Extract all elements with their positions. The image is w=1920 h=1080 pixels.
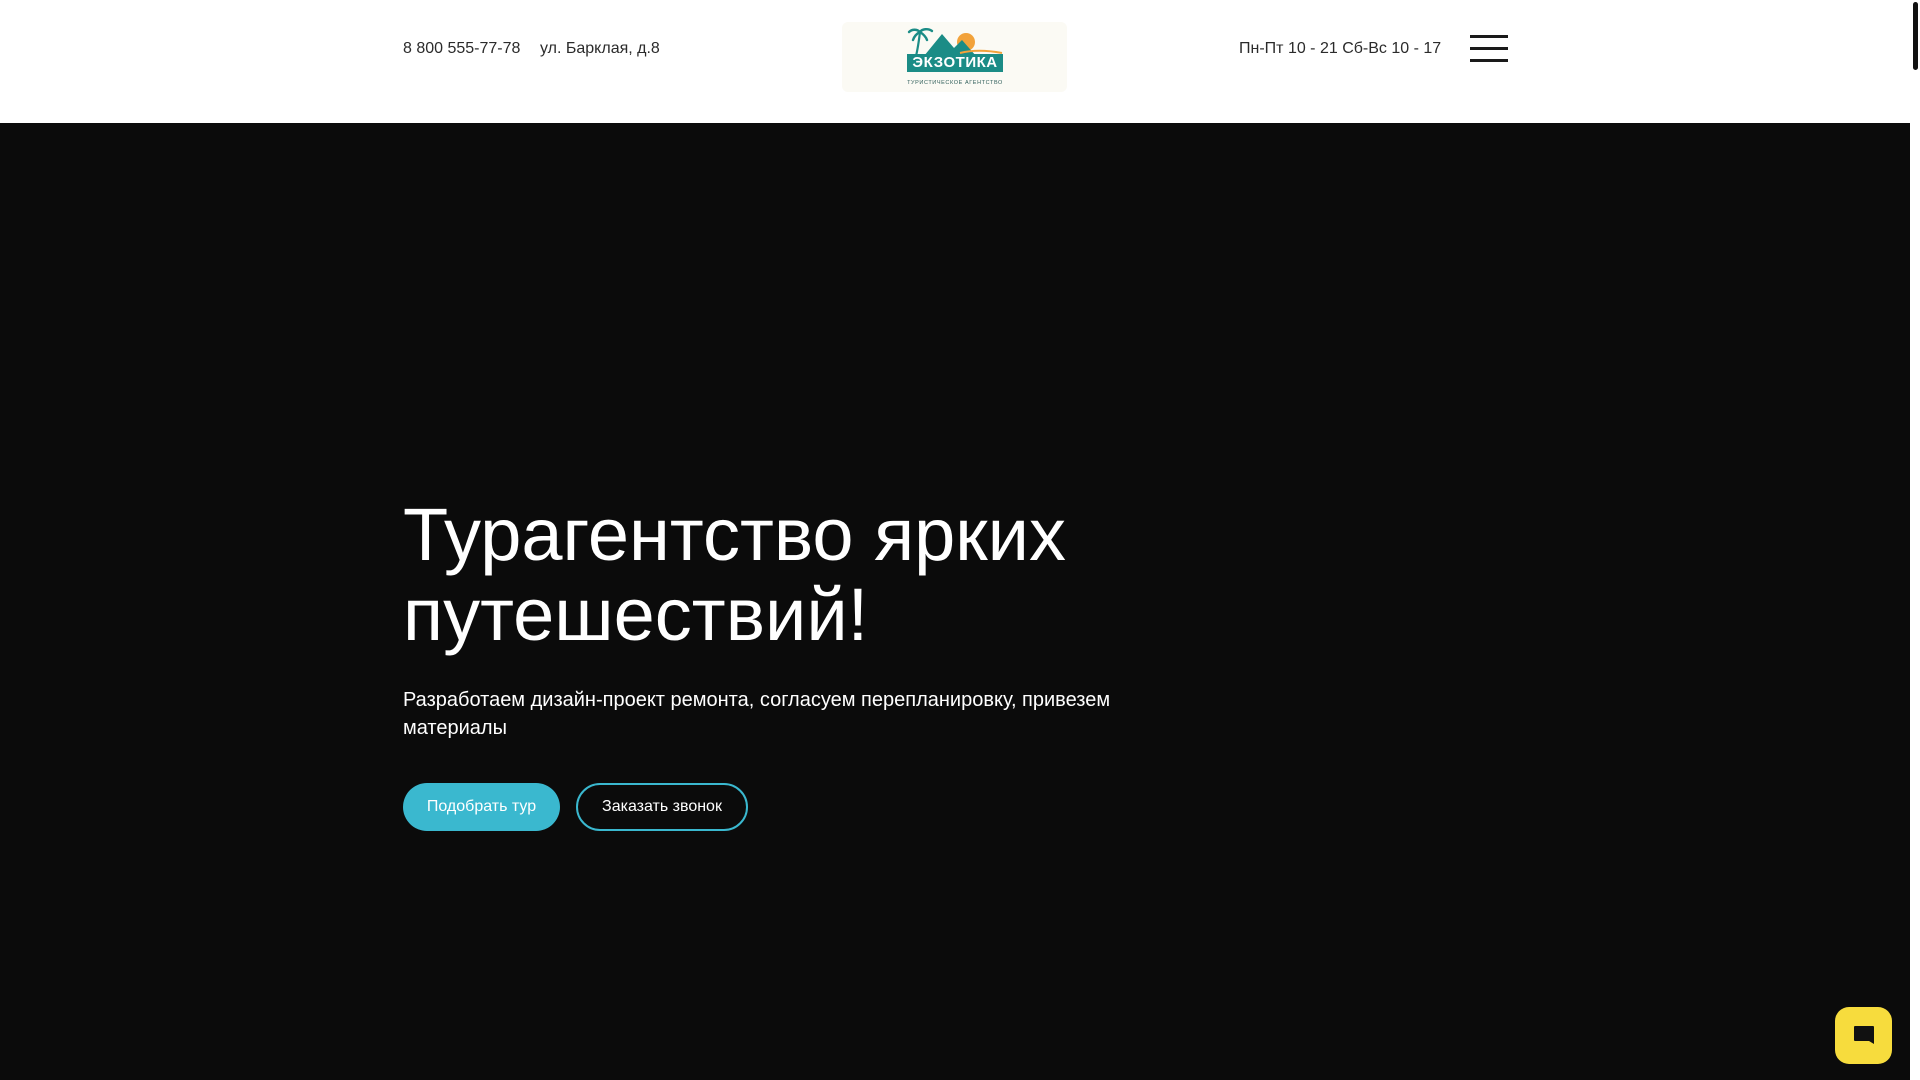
logo-subtitle: ТУРИСТИЧЕСКОЕ АГЕНТСТВО (907, 80, 1003, 86)
hero-section: Турагентство ярких путешествий! Разработ… (0, 123, 1910, 1080)
chat-widget-button[interactable] (1835, 1007, 1892, 1064)
header-working-hours: Пн-Пт 10 - 21 Сб-Вс 10 - 17 (1239, 40, 1442, 57)
page-scrollbar[interactable] (1910, 0, 1920, 1080)
site-logo[interactable]: ЭКЗОТИКА ТУРИСТИЧЕСКОЕ АГЕНТСТВО (842, 22, 1067, 92)
page: 8 800 555-77-78 ул. Барклая, д.8 ЭКЗОТИК… (0, 0, 1920, 1080)
hamburger-icon[interactable] (1470, 35, 1508, 62)
scrollbar-thumb[interactable] (1913, 2, 1918, 70)
header-phone-link[interactable]: 8 800 555-77-78 (403, 39, 520, 59)
site-header: 8 800 555-77-78 ул. Барклая, д.8 ЭКЗОТИК… (0, 0, 1910, 123)
logo-title: ЭКЗОТИКА (907, 54, 1003, 72)
hamburger-line (1470, 35, 1508, 38)
hero-title-line-2: путешествий! (403, 573, 869, 656)
header-address: ул. Барклая, д.8 (540, 40, 660, 57)
request-callback-button[interactable]: Заказать звонок (576, 783, 748, 831)
hamburger-line (1470, 47, 1508, 50)
hero-title: Турагентство ярких путешествий! (403, 495, 1163, 655)
hero-subtitle: Разработаем дизайн-проект ремонта, согла… (403, 689, 1111, 739)
palm-mountains-icon (907, 28, 1003, 56)
pick-tour-button[interactable]: Подобрать тур (403, 783, 560, 831)
chat-bubble-icon (1854, 1026, 1874, 1044)
hero-title-line-1: Турагентство ярких (403, 493, 1067, 576)
hamburger-line (1470, 59, 1508, 62)
